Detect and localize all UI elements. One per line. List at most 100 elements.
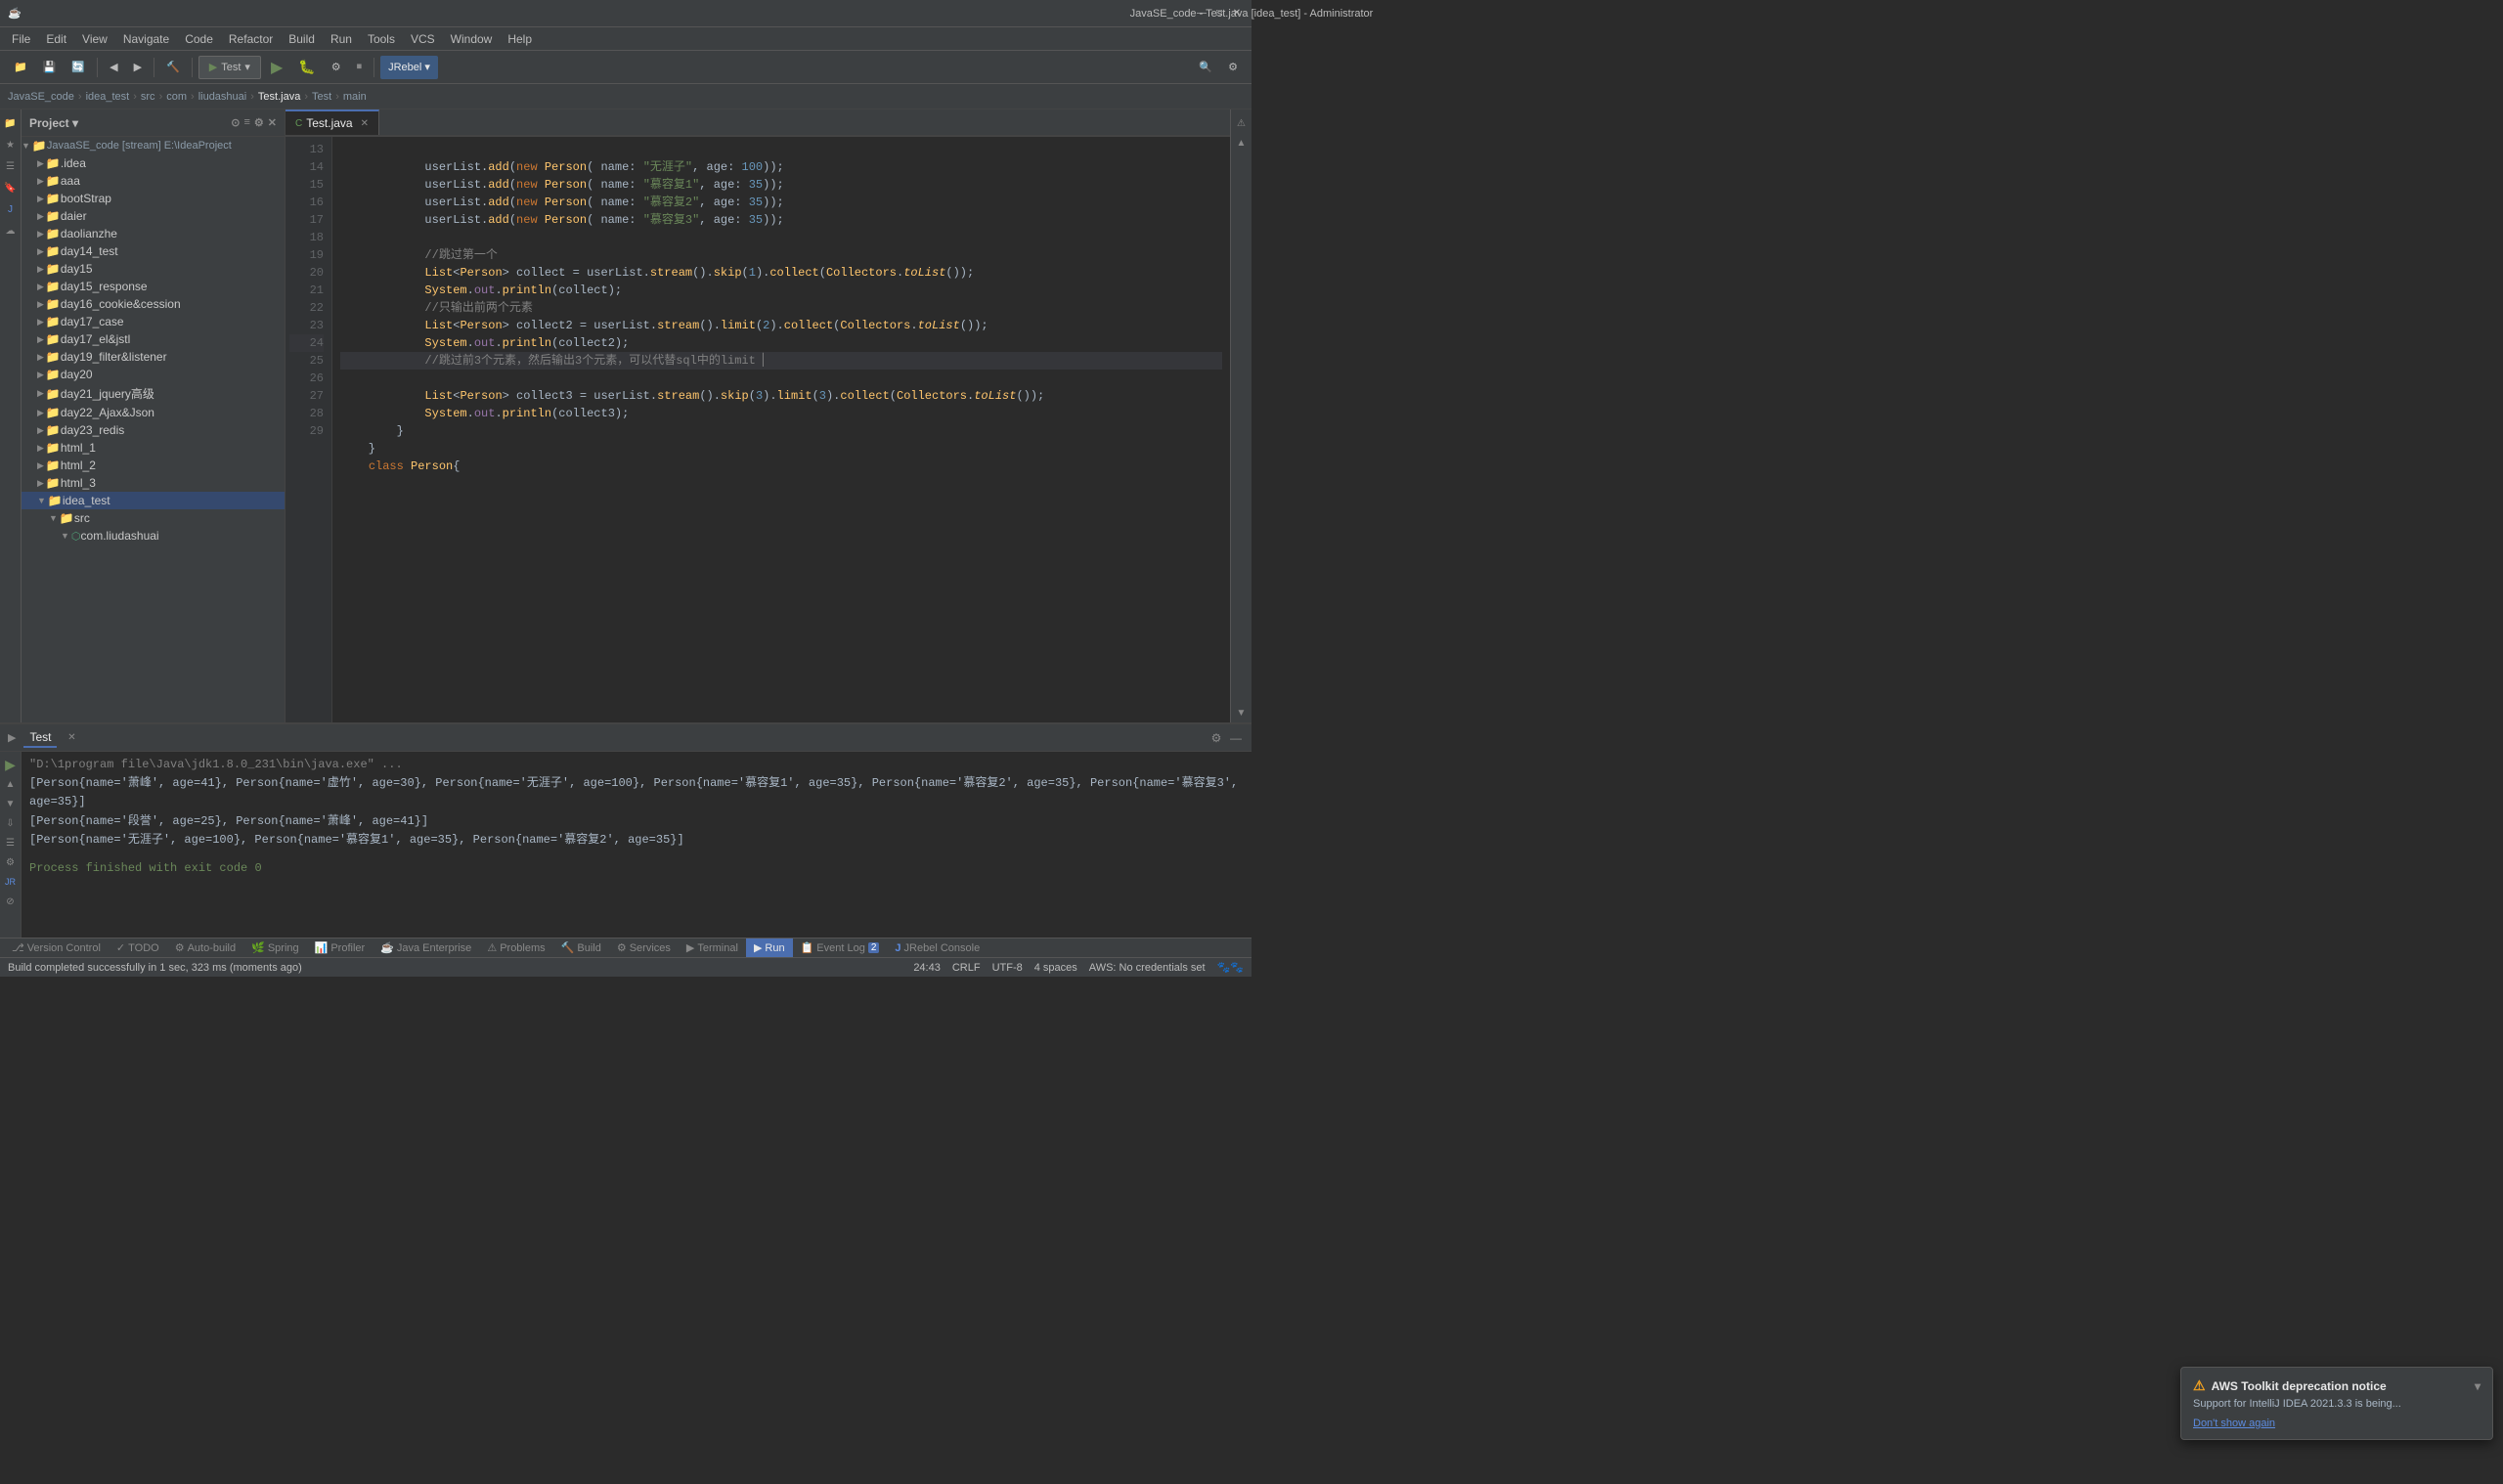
tree-day19[interactable]: ▶ 📁 day19_filter&listener bbox=[22, 348, 285, 366]
statusbar-position[interactable]: 24:43 bbox=[913, 962, 941, 974]
menu-build[interactable]: Build bbox=[281, 30, 323, 48]
run-with-coverage-btn[interactable]: ⚙ bbox=[326, 56, 347, 79]
tree-day20[interactable]: ▶ 📁 day20 bbox=[22, 366, 285, 383]
menu-tools[interactable]: Tools bbox=[360, 30, 403, 48]
breadcrumb-package[interactable]: liudashuai bbox=[198, 91, 247, 103]
tree-day14[interactable]: ▶ 📁 day14_test bbox=[22, 242, 285, 260]
run-restart-btn[interactable]: ▶ bbox=[2, 756, 20, 773]
tree-src[interactable]: ▼ 📁 src bbox=[22, 509, 285, 527]
run-settings-icon[interactable]: ⚙ bbox=[1208, 730, 1224, 746]
run-config-selector[interactable]: ▶ Test ▾ bbox=[198, 56, 261, 79]
tree-day23[interactable]: ▶ 📁 day23_redis bbox=[22, 421, 285, 439]
tree-html2[interactable]: ▶ 📁 html_2 bbox=[22, 457, 285, 474]
aws-side-button[interactable]: ☁ bbox=[1, 221, 21, 240]
warning-icon[interactable]: ⚠ bbox=[1232, 113, 1252, 133]
tree-daier[interactable]: ▶ 📁 daier bbox=[22, 207, 285, 225]
tab-event-log[interactable]: 📋 Event Log 2 bbox=[793, 938, 888, 958]
breadcrumb-file[interactable]: Test.java bbox=[258, 91, 300, 103]
scroll-down-icon[interactable]: ▼ bbox=[1232, 703, 1252, 722]
menu-edit[interactable]: Edit bbox=[38, 30, 74, 48]
jrebel-button[interactable]: JRebel ▾ bbox=[380, 56, 438, 79]
jrebel-side-button[interactable]: J bbox=[1, 199, 21, 219]
tab-jrebel-console[interactable]: J JRebel Console bbox=[887, 938, 988, 958]
tree-idea-test[interactable]: ▼ 📁 idea_test bbox=[22, 492, 285, 509]
run-settings2-btn[interactable]: ⚙ bbox=[2, 853, 20, 871]
run-scroll-down-btn[interactable]: ▼ bbox=[2, 795, 20, 812]
aws-dont-show-link[interactable]: Don't show again bbox=[2193, 1418, 2275, 1429]
menu-vcs[interactable]: VCS bbox=[403, 30, 443, 48]
breadcrumb-com[interactable]: com bbox=[166, 91, 187, 103]
toolbar-build-btn[interactable]: 🔨 bbox=[160, 56, 186, 79]
menu-refactor[interactable]: Refactor bbox=[221, 30, 281, 48]
tab-problems[interactable]: ⚠ Problems bbox=[479, 938, 552, 958]
statusbar-line-ending[interactable]: CRLF bbox=[952, 962, 981, 974]
project-scope-icon[interactable]: ⊙ bbox=[231, 116, 240, 129]
tree-root[interactable]: ▼ 📁 JavaaSE_code [stream] E:\IdeaProject bbox=[22, 137, 285, 154]
tree-aaa[interactable]: ▶ 📁 aaa bbox=[22, 172, 285, 190]
bookmarks-tool-button[interactable]: 🔖 bbox=[1, 178, 21, 197]
settings-btn[interactable]: ⚙ bbox=[1222, 56, 1244, 79]
tree-day21[interactable]: ▶ 📁 day21_jquery高级 bbox=[22, 383, 285, 404]
statusbar-indent[interactable]: 4 spaces bbox=[1034, 962, 1077, 974]
debug-button[interactable]: 🐛 bbox=[292, 56, 321, 79]
breadcrumb-method[interactable]: main bbox=[343, 91, 367, 103]
tree-day17c[interactable]: ▶ 📁 day17_case bbox=[22, 313, 285, 330]
menu-view[interactable]: View bbox=[74, 30, 115, 48]
run-clear-btn[interactable]: ⊘ bbox=[2, 893, 20, 910]
tree-bootstrap[interactable]: ▶ 📁 bootStrap bbox=[22, 190, 285, 207]
project-settings-icon[interactable]: ⚙ bbox=[254, 116, 264, 129]
menu-navigate[interactable]: Navigate bbox=[115, 30, 177, 48]
tree-day15r[interactable]: ▶ 📁 day15_response bbox=[22, 278, 285, 295]
run-jrebel-btn[interactable]: JR bbox=[2, 873, 20, 891]
tab-spring[interactable]: 🌿 Spring bbox=[243, 938, 307, 958]
breadcrumb-module[interactable]: idea_test bbox=[86, 91, 130, 103]
project-panel-title[interactable]: Project ▾ bbox=[29, 116, 78, 130]
toolbar-save-btn[interactable]: 💾 bbox=[37, 56, 63, 79]
run-dump-btn[interactable]: ⇩ bbox=[2, 814, 20, 832]
tab-version-control[interactable]: ⎇ Version Control bbox=[4, 938, 109, 958]
breadcrumb-project[interactable]: JavaSE_code bbox=[8, 91, 74, 103]
tab-profiler[interactable]: 📊 Profiler bbox=[307, 938, 373, 958]
toolbar-open-btn[interactable]: 📁 bbox=[8, 56, 33, 79]
scroll-up-icon[interactable]: ▲ bbox=[1232, 133, 1252, 153]
run-tab-test[interactable]: Test bbox=[23, 728, 57, 748]
tree-html3[interactable]: ▶ 📁 html_3 bbox=[22, 474, 285, 492]
run-minimize-icon[interactable]: — bbox=[1228, 730, 1244, 746]
tab-auto-build[interactable]: ⚙ Auto-build bbox=[167, 938, 243, 958]
favorites-tool-button[interactable]: ★ bbox=[1, 135, 21, 154]
run-scroll-up-btn[interactable]: ▲ bbox=[2, 775, 20, 793]
menu-window[interactable]: Window bbox=[443, 30, 501, 48]
tree-package[interactable]: ▼ ⬡ com.liudashuai bbox=[22, 527, 285, 545]
menu-help[interactable]: Help bbox=[500, 30, 540, 48]
run-filter-btn[interactable]: ☰ bbox=[2, 834, 20, 851]
toolbar-refresh-btn[interactable]: 🔄 bbox=[66, 56, 91, 79]
tree-day22[interactable]: ▶ 📁 day22_Ajax&Json bbox=[22, 404, 285, 421]
toolbar-forward-btn[interactable]: ▶ bbox=[128, 56, 148, 79]
tab-run[interactable]: ▶ Run bbox=[746, 938, 793, 958]
stop-button[interactable]: ⏹ bbox=[351, 56, 369, 79]
breadcrumb-src[interactable]: src bbox=[141, 91, 155, 103]
menu-file[interactable]: File bbox=[4, 30, 38, 48]
tab-test-java[interactable]: C Test.java ✕ bbox=[285, 109, 379, 135]
tree-day16[interactable]: ▶ 📁 day16_cookie&cession bbox=[22, 295, 285, 313]
project-hide-icon[interactable]: ✕ bbox=[268, 116, 277, 129]
tree-html1[interactable]: ▶ 📁 html_1 bbox=[22, 439, 285, 457]
statusbar-charset[interactable]: UTF-8 bbox=[992, 962, 1023, 974]
tree-day15[interactable]: ▶ 📁 day15 bbox=[22, 260, 285, 278]
tab-services[interactable]: ⚙ Services bbox=[609, 938, 679, 958]
tab-close-icon[interactable]: ✕ bbox=[361, 118, 369, 129]
run-tab-close-icon[interactable]: ✕ bbox=[65, 731, 78, 745]
structure-tool-button[interactable]: ☰ bbox=[1, 156, 21, 176]
project-collapse-icon[interactable]: ≡ bbox=[243, 116, 249, 129]
toolbar-back-btn[interactable]: ◀ bbox=[104, 56, 123, 79]
aws-notification-expand[interactable]: ▾ bbox=[2475, 1379, 2481, 1393]
tree-day17e[interactable]: ▶ 📁 day17_el&jstl bbox=[22, 330, 285, 348]
menu-run[interactable]: Run bbox=[323, 30, 360, 48]
tab-build[interactable]: 🔨 Build bbox=[553, 938, 609, 958]
tree-daolianzhe[interactable]: ▶ 📁 daolianzhe bbox=[22, 225, 285, 242]
code-content[interactable]: userList.add(new Person( name: "无涯子", ag… bbox=[332, 137, 1230, 722]
tree-idea[interactable]: ▶ 📁 .idea bbox=[22, 154, 285, 172]
project-tool-button[interactable]: 📁 bbox=[1, 113, 21, 133]
tab-todo[interactable]: ✓ TODO bbox=[109, 938, 167, 958]
menu-code[interactable]: Code bbox=[177, 30, 221, 48]
